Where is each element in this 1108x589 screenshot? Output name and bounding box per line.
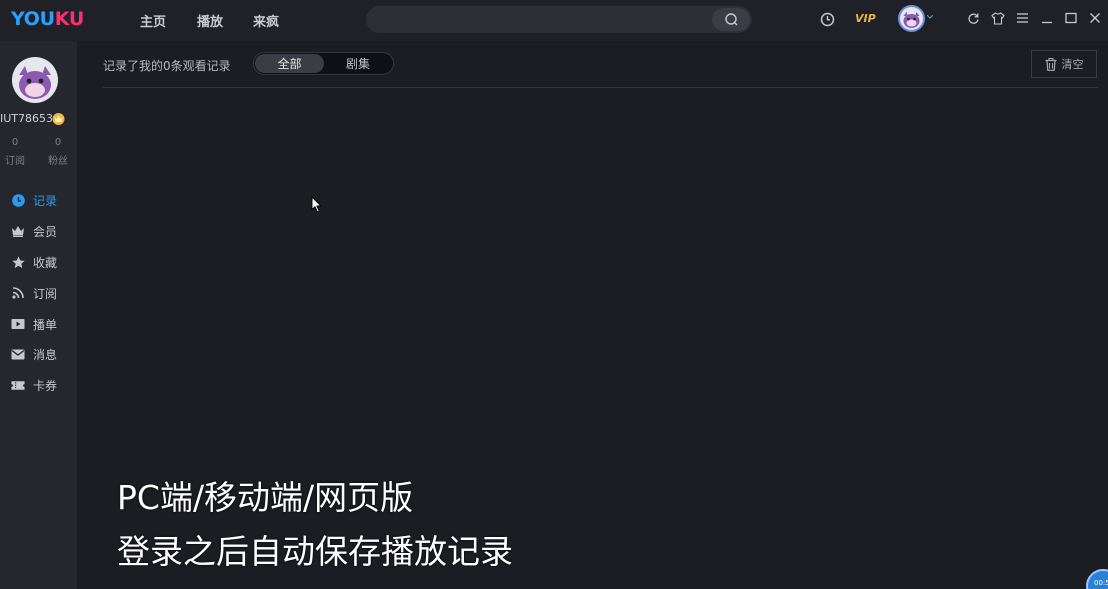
maximize-button[interactable] [1065, 12, 1077, 24]
sidebar-item-coupons[interactable]: 卡券 [0, 374, 77, 396]
clock-icon [820, 12, 835, 27]
subscribe-label[interactable]: 订阅 [0, 152, 30, 167]
menu-icon [1017, 13, 1028, 23]
overlay-caption-line2: 登录之后自动保存播放记录 [117, 532, 513, 571]
history-filter-tabs: 全部 剧集 [253, 52, 394, 75]
clear-history-button[interactable]: 清空 [1031, 50, 1097, 78]
sidebar: IUT78653 0 订阅 0 粉丝 记录 会员 收藏 订阅 播单 消息 卡券 [0, 41, 77, 589]
tab-all[interactable]: 全部 [255, 54, 324, 73]
logo-text-left: YOU [11, 8, 55, 30]
mail-icon [11, 347, 25, 361]
history-summary: 记录了我的0条观看记录 [103, 59, 231, 73]
youku-logo[interactable]: YOUKU [11, 8, 84, 30]
clock-icon [11, 193, 25, 207]
close-icon [1090, 13, 1100, 23]
monster-avatar-icon [19, 66, 51, 99]
sidebar-item-label: 播单 [33, 317, 58, 332]
sidebar-item-label: 会员 [33, 224, 58, 239]
user-avatar-top[interactable] [898, 5, 925, 32]
sidebar-item-messages[interactable]: 消息 [0, 343, 77, 365]
skin-button[interactable] [991, 12, 1005, 25]
minimize-button[interactable] [1041, 12, 1053, 24]
vip-link[interactable]: VIP [855, 12, 876, 25]
nav-laifeng[interactable]: 来疯 [253, 11, 279, 30]
main-menu-button[interactable] [1017, 12, 1028, 24]
clear-button-label: 清空 [1061, 58, 1084, 71]
logo-text-right: KU [54, 8, 85, 30]
monster-avatar-icon [903, 12, 920, 28]
close-button[interactable] [1089, 12, 1101, 24]
youku-app-window: YOUKU 主页 播放 来疯 VIP IUT78653 0 订阅 0 粉丝 记录… [0, 0, 1108, 589]
sidebar-item-playlist[interactable]: 播单 [0, 313, 77, 335]
rss-icon [11, 286, 25, 300]
sidebar-item-label: 消息 [33, 347, 58, 362]
fans-label[interactable]: 粉丝 [43, 152, 73, 167]
search-input[interactable] [378, 10, 698, 29]
nav-home[interactable]: 主页 [140, 11, 166, 30]
tab-series[interactable]: 剧集 [324, 54, 392, 73]
floating-timer-badge[interactable]: 00:5 [1086, 569, 1108, 589]
top-bar: YOUKU 主页 播放 来疯 VIP [0, 0, 1108, 41]
user-avatar[interactable] [12, 57, 58, 103]
sidebar-item-label: 记录 [33, 193, 58, 208]
sidebar-item-label: 订阅 [33, 286, 58, 301]
maximize-icon [1065, 12, 1077, 24]
nav-play[interactable]: 播放 [197, 11, 223, 30]
refresh-button[interactable] [967, 12, 980, 25]
search-button[interactable] [712, 8, 750, 31]
star-icon [11, 255, 25, 269]
sidebar-item-subscriptions[interactable]: 订阅 [0, 282, 77, 304]
search-bar [366, 6, 752, 33]
sidebar-item-membership[interactable]: 会员 [0, 220, 77, 242]
ticket-icon [11, 378, 25, 392]
shirt-icon [991, 12, 1005, 25]
sidebar-item-favorites[interactable]: 收藏 [0, 251, 77, 273]
trash-icon [1045, 57, 1056, 71]
vip-badge-icon [51, 111, 66, 126]
mouse-cursor-icon [311, 195, 323, 217]
minimize-icon [1042, 21, 1052, 24]
overlay-caption-line1: PC端/移动端/网页版 [117, 478, 414, 517]
fans-count[interactable]: 0 [43, 137, 73, 148]
chevron-down-icon [927, 15, 933, 19]
header-divider [103, 87, 1098, 88]
history-button[interactable] [820, 12, 835, 27]
sidebar-item-history[interactable]: 记录 [0, 189, 77, 211]
username: IUT78653 [0, 112, 54, 125]
crown-icon [11, 224, 25, 238]
search-icon [725, 13, 738, 26]
playlist-icon [11, 317, 25, 331]
sidebar-item-label: 卡券 [33, 378, 58, 393]
sidebar-item-label: 收藏 [33, 255, 58, 270]
subscribe-count[interactable]: 0 [0, 137, 30, 148]
avatar-dropdown[interactable] [927, 15, 933, 19]
refresh-icon [968, 13, 979, 24]
